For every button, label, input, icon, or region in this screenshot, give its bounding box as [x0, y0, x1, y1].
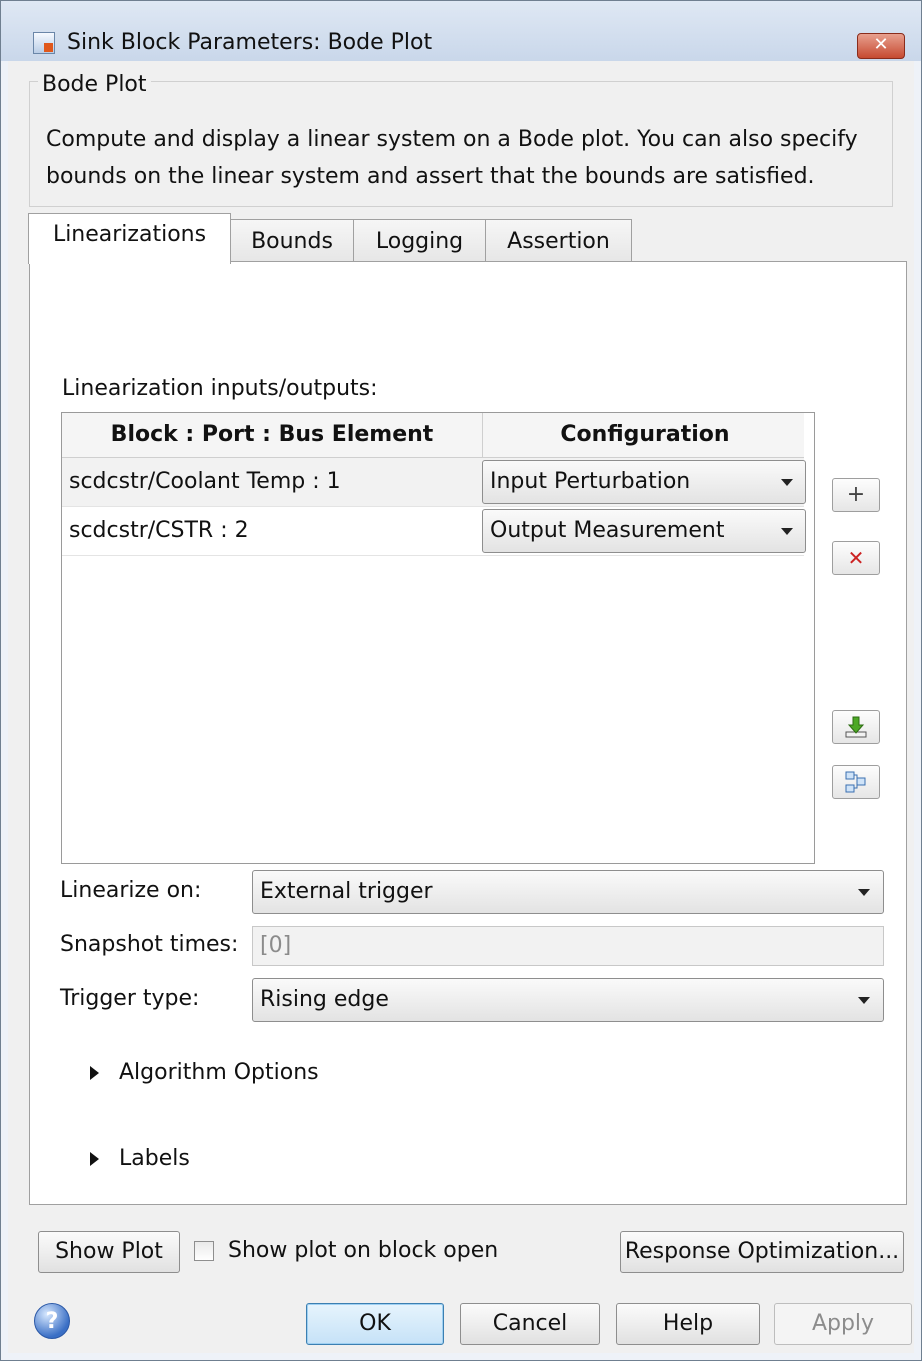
table-row[interactable]: scdcstr/Coolant Temp : 1 Input Perturbat…: [62, 458, 806, 507]
linearizations-panel: Linearization inputs/outputs: Block : Po…: [29, 261, 907, 1205]
linearize-on-value: External trigger: [260, 879, 433, 904]
tab-assertion[interactable]: Assertion: [485, 219, 632, 263]
io-table[interactable]: Block : Port : Bus Element Configuration…: [61, 412, 815, 864]
response-optimization-button[interactable]: Response Optimization...: [620, 1231, 904, 1273]
table-header: Block : Port : Bus Element Configuration: [62, 413, 804, 458]
column-header-configuration[interactable]: Configuration: [482, 413, 808, 457]
configuration-value: Output Measurement: [490, 518, 725, 543]
linearize-on-dropdown[interactable]: External trigger: [252, 870, 884, 914]
apply-button[interactable]: Apply: [774, 1303, 912, 1345]
column-header-block-port[interactable]: Block : Port : Bus Element: [62, 413, 483, 457]
tab-bounds[interactable]: Bounds: [230, 219, 354, 263]
help-icon[interactable]: ?: [34, 1303, 70, 1339]
help-button[interactable]: Help: [616, 1303, 760, 1345]
chevron-down-icon: [858, 889, 870, 896]
expand-triangle-icon: [90, 1066, 99, 1080]
tab-logging[interactable]: Logging: [353, 219, 486, 263]
algorithm-options-expander[interactable]: Algorithm Options: [90, 1060, 319, 1085]
show-plot-on-open-label[interactable]: Show plot on block open: [228, 1238, 498, 1263]
show-plot-button[interactable]: Show Plot: [38, 1231, 180, 1273]
expand-triangle-icon: [90, 1152, 99, 1166]
tab-linearizations[interactable]: Linearizations: [28, 213, 231, 264]
configuration-value: Input Perturbation: [490, 469, 691, 494]
snapshot-times-label: Snapshot times:: [60, 932, 239, 957]
show-plot-on-open-checkbox[interactable]: [194, 1241, 214, 1261]
configuration-dropdown[interactable]: Input Perturbation: [482, 460, 806, 504]
trigger-type-label: Trigger type:: [60, 986, 200, 1011]
cancel-button[interactable]: Cancel: [460, 1303, 600, 1345]
block-port-cell: scdcstr/Coolant Temp : 1: [69, 469, 341, 494]
linearize-on-label: Linearize on:: [60, 878, 202, 903]
labels-expander[interactable]: Labels: [90, 1146, 190, 1171]
trigger-type-dropdown[interactable]: Rising edge: [252, 978, 884, 1022]
highlight-in-model-button[interactable]: [832, 765, 880, 799]
trigger-type-value: Rising edge: [260, 987, 389, 1012]
snapshot-times-input: [0]: [252, 926, 884, 966]
close-button[interactable]: ✕: [857, 33, 905, 59]
chevron-down-icon: [781, 479, 793, 486]
chevron-down-icon: [781, 528, 793, 535]
dialog-window: Sink Block Parameters: Bode Plot ✕ Bode …: [0, 0, 922, 1361]
configuration-dropdown[interactable]: Output Measurement: [482, 509, 806, 553]
dialog-root: Sink Block Parameters: Bode Plot ✕ Bode …: [0, 0, 922, 1361]
algorithm-options-label: Algorithm Options: [119, 1060, 319, 1085]
ok-button[interactable]: OK: [306, 1303, 444, 1345]
chevron-down-icon: [858, 997, 870, 1004]
import-io-button[interactable]: [832, 710, 880, 744]
block-port-cell: scdcstr/CSTR : 2: [69, 518, 249, 543]
window-title: Sink Block Parameters: Bode Plot: [67, 30, 433, 55]
simulink-block-icon: [33, 32, 55, 54]
remove-io-button[interactable]: ✕: [832, 541, 880, 575]
title-bar[interactable]: Sink Block Parameters: Bode Plot ✕: [1, 1, 921, 61]
group-title: Bode Plot: [38, 72, 151, 97]
table-row[interactable]: scdcstr/CSTR : 2 Output Measurement: [62, 507, 806, 556]
dialog-client: Bode Plot Compute and display a linear s…: [8, 61, 914, 1353]
download-arrow-icon: [845, 716, 867, 738]
model-blocks-icon: [845, 771, 866, 793]
block-description: Compute and display a linear system on a…: [46, 127, 858, 189]
io-section-label: Linearization inputs/outputs:: [62, 376, 378, 401]
add-io-button[interactable]: +: [832, 478, 880, 512]
labels-label: Labels: [119, 1146, 190, 1171]
